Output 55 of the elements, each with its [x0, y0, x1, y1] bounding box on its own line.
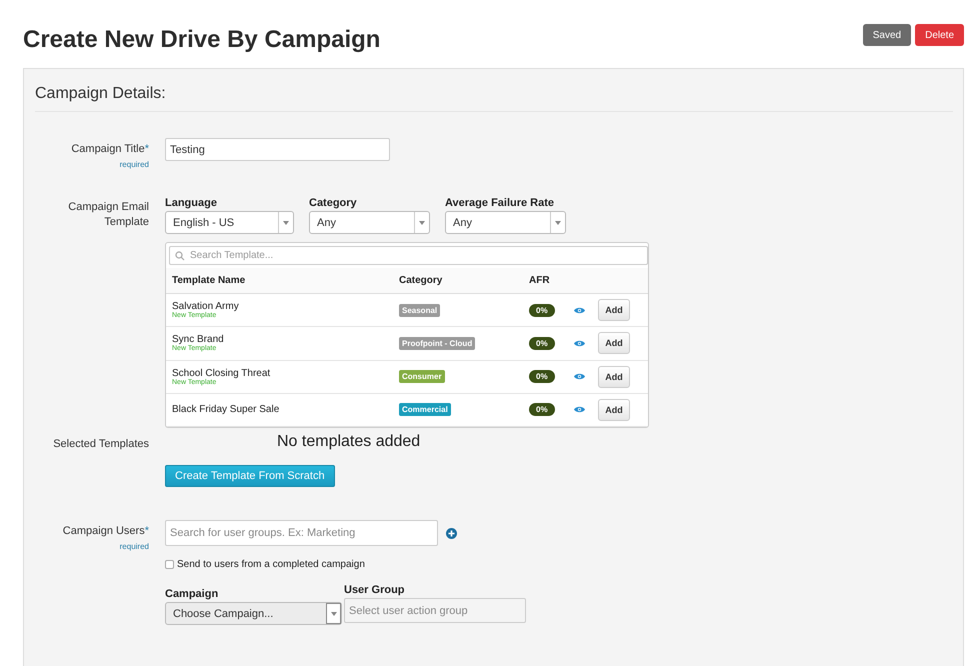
dropdown[interactable]: Choose Campaign...	[165, 602, 342, 625]
section-title: Campaign Details:	[35, 85, 953, 112]
save-button[interactable]: Saved	[862, 24, 912, 46]
eye-icon[interactable]	[574, 340, 585, 347]
template-name: Sync Brand	[172, 334, 225, 346]
eye-icon[interactable]	[574, 406, 585, 414]
add-button[interactable]: Add	[598, 366, 630, 388]
column-header: AFR	[529, 275, 551, 286]
eye-icon[interactable]	[574, 306, 585, 314]
column-header: Category	[399, 275, 444, 286]
filter-label: Average Failure Rate	[445, 197, 556, 209]
checkbox[interactable]	[165, 560, 174, 569]
field-label: Campaign	[165, 588, 220, 600]
filter-label: Category	[309, 197, 358, 209]
required-hint: required	[120, 542, 149, 551]
caret-icon	[283, 220, 289, 224]
input-field[interactable]: Testing	[165, 138, 390, 161]
dropdown[interactable]: Any	[309, 211, 430, 234]
delete-button[interactable]: Delete	[915, 24, 964, 46]
afr-pill: 0%	[529, 370, 555, 384]
column-header: Template Name	[172, 275, 246, 286]
checkbox-label: Send to users from a completed campaign	[177, 559, 365, 570]
filter-label: Language	[165, 197, 218, 209]
add-button[interactable]: Add	[598, 299, 630, 322]
eye-icon[interactable]	[574, 373, 585, 380]
category-tag: Seasonal	[399, 304, 440, 317]
dropdown[interactable]: Any	[445, 211, 566, 234]
add-button[interactable]: Add	[598, 398, 630, 421]
caret-icon	[555, 220, 561, 224]
add-button[interactable]: Add	[598, 332, 630, 354]
field-label: Campaign Title*	[71, 142, 149, 157]
template-name: School Closing Threat	[172, 368, 272, 379]
add-icon[interactable]	[446, 528, 457, 538]
category-tag: Consumer	[399, 370, 445, 384]
afr-pill: 0%	[529, 336, 555, 350]
search-field[interactable]: Search Template...	[169, 246, 648, 266]
template-row[interactable]: Black Friday Super Sale Commercial 0% Add	[166, 394, 648, 427]
input-field[interactable]: Select user action group	[344, 598, 526, 623]
template-name: Salvation Army	[172, 301, 240, 312]
field-label: Campaign Email Template	[68, 200, 149, 230]
category-tag: Commercial	[399, 403, 451, 416]
category-tag: Proofpoint - Cloud	[399, 336, 476, 350]
caret-icon	[330, 612, 336, 616]
empty-message: No templates added	[277, 433, 420, 451]
caret-icon	[419, 220, 425, 224]
template-name: Black Friday Super Sale	[172, 404, 280, 416]
field-label: Selected Templates	[53, 437, 149, 452]
input-field[interactable]: Search for user groups. Ex: Marketing	[165, 520, 438, 546]
afr-pill: 0%	[529, 304, 555, 317]
afr-pill: 0%	[529, 403, 555, 416]
required-hint: required	[120, 160, 149, 169]
field-label: Campaign Users*	[62, 524, 149, 539]
page-title: Create New Drive By Campaign	[23, 26, 380, 54]
field-label: User Group	[344, 584, 406, 596]
dropdown[interactable]: English - US	[165, 211, 294, 234]
